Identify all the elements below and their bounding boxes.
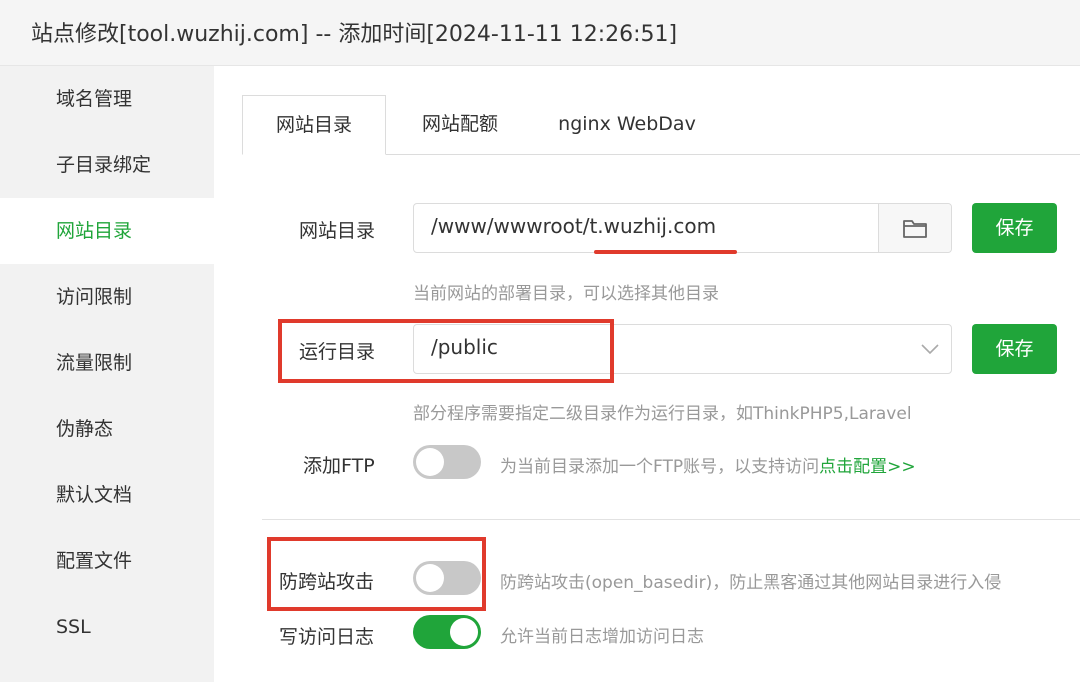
- cross-site-hint: 防跨站攻击(open_basedir)，防止黑客通过其他网站目录进行入侵: [500, 573, 1002, 593]
- ftp-toggle[interactable]: [413, 445, 481, 479]
- sidebar: 域名管理 子目录绑定 网站目录 访问限制 流量限制 伪静态 默认文档 配置文件 …: [0, 66, 214, 682]
- sidebar-item-ssl[interactable]: SSL: [0, 594, 214, 660]
- main-panel: 网站目录 网站配额 nginx WebDav 网站目录 /www/wwwroot…: [214, 66, 1080, 682]
- access-log-label: 写访问日志: [279, 626, 375, 648]
- toggle-knob: [450, 618, 478, 646]
- sidebar-item-config-file[interactable]: 配置文件: [0, 528, 214, 594]
- annotation-box-run-dir: [278, 319, 614, 383]
- sidebar-item-traffic-limit[interactable]: 流量限制: [0, 330, 214, 396]
- folder-picker-button[interactable]: [878, 204, 951, 252]
- annotation-box-cross-site: [267, 537, 486, 611]
- folder-icon: [903, 220, 927, 238]
- ftp-config-link[interactable]: 点击配置>>: [819, 457, 916, 477]
- tab-bar: 网站目录 网站配额 nginx WebDav: [242, 95, 1080, 155]
- site-dir-hint: 当前网站的部署目录，可以选择其他目录: [413, 284, 719, 304]
- tab-nginx-webdav[interactable]: nginx WebDav: [542, 95, 712, 154]
- save-site-dir-button[interactable]: 保存: [972, 203, 1057, 253]
- save-run-dir-button[interactable]: 保存: [972, 324, 1057, 374]
- ftp-label: 添加FTP: [303, 455, 375, 477]
- sidebar-item-access-limit[interactable]: 访问限制: [0, 264, 214, 330]
- access-log-toggle[interactable]: [413, 615, 481, 649]
- access-log-hint: 允许当前日志增加访问日志: [500, 627, 704, 647]
- run-dir-hint: 部分程序需要指定二级目录作为运行目录，如ThinkPHP5,Laravel: [413, 404, 912, 424]
- window-title: 站点修改[tool.wuzhij.com] -- 添加时间[2024-11-11…: [31, 22, 678, 47]
- sidebar-item-rewrite[interactable]: 伪静态: [0, 396, 214, 462]
- sidebar-item-domain[interactable]: 域名管理: [0, 66, 214, 132]
- site-dir-value: /www/wwwroot/t.wuzhij.com: [431, 214, 717, 238]
- ftp-hint: 为当前目录添加一个FTP账号，以支持访问点击配置>>: [500, 452, 916, 477]
- toggle-knob: [416, 448, 444, 476]
- sidebar-item-site-directory[interactable]: 网站目录: [0, 198, 214, 264]
- title-bar: 站点修改[tool.wuzhij.com] -- 添加时间[2024-11-11…: [0, 0, 1080, 66]
- annotation-underline: [594, 250, 737, 254]
- section-divider: [262, 519, 1080, 520]
- site-dir-input[interactable]: /www/wwwroot/t.wuzhij.com: [413, 203, 952, 253]
- ftp-hint-text: 为当前目录添加一个FTP账号，以支持访问: [500, 457, 820, 477]
- chevron-down-icon: [921, 344, 939, 355]
- tab-site-directory[interactable]: 网站目录: [242, 95, 386, 155]
- site-dir-label: 网站目录: [299, 220, 376, 242]
- tab-site-quota[interactable]: 网站配额: [392, 95, 528, 154]
- sidebar-item-default-doc[interactable]: 默认文档: [0, 462, 214, 528]
- sidebar-item-subdir-binding[interactable]: 子目录绑定: [0, 132, 214, 198]
